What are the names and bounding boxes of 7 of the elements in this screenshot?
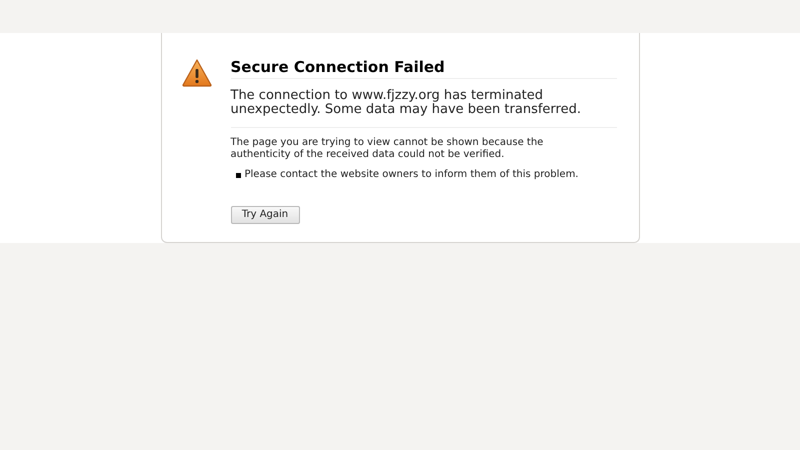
warning-icon bbox=[182, 59, 212, 87]
error-message: The connection to www.fjzzy.org has terminated unexpectedly. Some data may have been transferred. bbox=[230, 89, 616, 128]
bullet-icon bbox=[236, 172, 240, 178]
try-again-button[interactable]: Try Again bbox=[230, 206, 300, 224]
error-title: Secure Connection Failed bbox=[230, 57, 616, 79]
list-item-text: Please contact the website owners to inform them of this problem. bbox=[244, 169, 578, 181]
error-description: The page you are trying to view cannot be shown because the authenticity of the received data could not be verified. bbox=[230, 137, 544, 161]
